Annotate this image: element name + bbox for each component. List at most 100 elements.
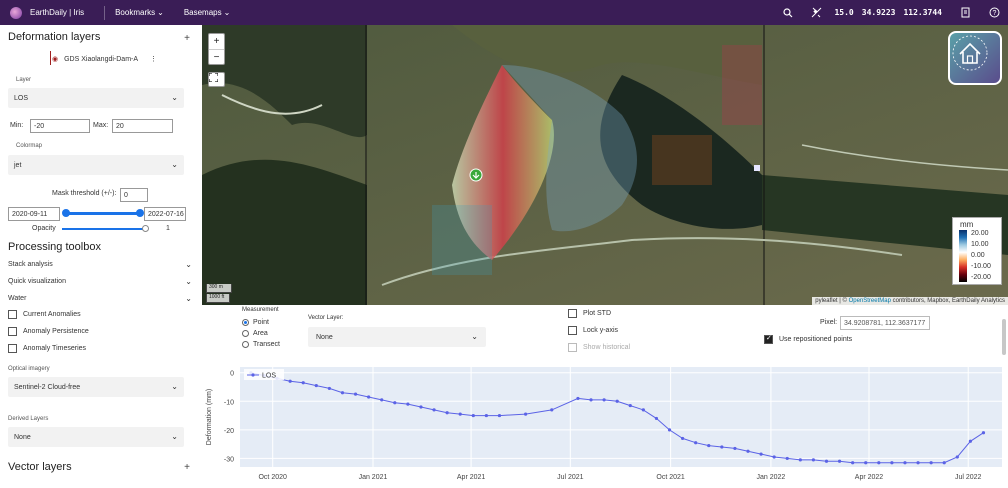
zoom-control: + − bbox=[208, 33, 225, 65]
plot-area bbox=[240, 367, 1002, 467]
anomaly-persistence-checkbox[interactable]: Anomaly Persistence bbox=[8, 327, 89, 336]
plot-std-checkbox[interactable]: Plot STD bbox=[568, 309, 611, 318]
help-icon[interactable]: ? bbox=[986, 5, 1002, 21]
processing-toolbox-title: Processing toolbox bbox=[8, 241, 101, 253]
mask-threshold-label: Mask threshold (+/-): bbox=[52, 190, 117, 197]
chevron-down-icon: ⌄ bbox=[157, 8, 164, 17]
data-point bbox=[942, 461, 946, 465]
data-point bbox=[759, 452, 763, 456]
use-repositioned-points-checkbox[interactable]: Use repositioned points bbox=[764, 334, 852, 344]
measurement-label: Measurement bbox=[242, 307, 279, 313]
data-point bbox=[615, 399, 619, 403]
home-view-button[interactable] bbox=[948, 31, 1002, 85]
max-input[interactable]: 20 bbox=[112, 119, 173, 133]
data-point bbox=[288, 379, 292, 383]
more-options-icon[interactable]: ⋮ bbox=[150, 55, 157, 63]
layer-select[interactable]: LOS ⌄ bbox=[8, 88, 184, 108]
openstreetmap-link[interactable]: OpenStreetMap bbox=[849, 298, 891, 304]
data-point bbox=[772, 455, 776, 459]
optical-imagery-select[interactable]: Sentinel-2 Cloud-free ⌄ bbox=[8, 377, 184, 397]
data-point bbox=[367, 395, 371, 399]
chevron-down-icon: ⌄ bbox=[185, 276, 192, 286]
opacity-label: Opacity bbox=[32, 225, 56, 232]
colorbar-legend: mm 20.00 10.00 0.00 -10.00 -20.00 bbox=[952, 217, 1002, 285]
add-vector-layer-button[interactable]: + bbox=[184, 462, 190, 473]
y-axis-label: Deformation (mm) bbox=[206, 389, 213, 445]
date-range-start-handle[interactable] bbox=[62, 209, 70, 217]
data-point bbox=[458, 412, 462, 416]
data-point bbox=[641, 408, 645, 412]
colorbar-tick: -10.00 bbox=[971, 263, 991, 270]
current-anomalies-checkbox[interactable]: Current Anomalies bbox=[8, 310, 81, 319]
top-bar: EarthDaily | Iris Bookmarks ⌄ Basemaps ⌄ 1… bbox=[0, 0, 1008, 25]
location-pin-icon bbox=[469, 168, 483, 182]
zoom-out-button[interactable]: − bbox=[209, 49, 224, 64]
notes-icon[interactable] bbox=[958, 5, 974, 21]
stack-analysis-section[interactable]: Stack analysis ⌄ bbox=[8, 257, 192, 271]
start-date-input[interactable]: 2020-09-11 bbox=[8, 207, 60, 221]
data-point bbox=[471, 413, 475, 418]
colorbar-gradient bbox=[959, 230, 967, 282]
data-point bbox=[981, 431, 986, 435]
y-tick-label: 0 bbox=[230, 371, 234, 378]
date-range-slider[interactable] bbox=[65, 212, 141, 215]
search-icon[interactable] bbox=[780, 5, 796, 21]
app-title: EarthDaily | Iris bbox=[30, 8, 85, 17]
data-point bbox=[628, 403, 632, 408]
data-point bbox=[524, 412, 528, 416]
water-section[interactable]: Water ⌄ bbox=[8, 291, 192, 305]
bookmarks-menu[interactable]: Bookmarks ⌄ bbox=[115, 8, 164, 17]
layer-entry-name: GDS Xiaolangdi-Dam-A bbox=[64, 55, 139, 63]
panel-scrollbar[interactable] bbox=[1002, 319, 1006, 355]
chevron-down-icon: ⌄ bbox=[185, 293, 192, 303]
data-point bbox=[929, 461, 933, 465]
satellite-icon[interactable] bbox=[808, 5, 824, 21]
sidebar: Deformation layers + ◉ GDS Xiaolangdi-Da… bbox=[0, 25, 200, 488]
lock-y-axis-checkbox[interactable]: Lock y-axis bbox=[568, 326, 618, 335]
data-point bbox=[903, 461, 907, 465]
opacity-slider[interactable] bbox=[62, 228, 146, 230]
measurement-point-radio[interactable]: Point bbox=[242, 319, 269, 326]
data-point bbox=[353, 392, 358, 396]
data-point bbox=[785, 456, 789, 461]
x-tick-label: Jan 2022 bbox=[756, 474, 785, 481]
eye-icon[interactable]: ◉ bbox=[52, 55, 58, 63]
legend-label: LOS bbox=[262, 373, 276, 380]
min-input[interactable]: -20 bbox=[30, 119, 90, 133]
derived-layers-select[interactable]: None ⌄ bbox=[8, 427, 184, 447]
opacity-handle[interactable] bbox=[142, 225, 149, 232]
anomaly-timeseries-checkbox[interactable]: Anomaly Timeseries bbox=[8, 344, 86, 353]
fullscreen-icon bbox=[209, 73, 218, 82]
colormap-select[interactable]: jet ⌄ bbox=[8, 155, 184, 175]
mask-threshold-input[interactable]: 0 bbox=[120, 188, 148, 202]
data-point bbox=[380, 398, 384, 402]
date-range-end-handle[interactable] bbox=[136, 209, 144, 217]
data-point bbox=[589, 398, 593, 402]
add-deformation-layer-button[interactable]: + bbox=[184, 33, 190, 44]
x-tick-label: Oct 2020 bbox=[258, 474, 287, 481]
fullscreen-button[interactable] bbox=[208, 72, 225, 87]
vector-layer-select[interactable]: None ⌄ bbox=[308, 327, 486, 347]
data-point bbox=[314, 383, 318, 388]
scale-bar-imperial: 1000 ft bbox=[206, 294, 230, 303]
quick-visualization-section[interactable]: Quick visualization ⌄ bbox=[8, 274, 192, 288]
measurement-transect-radio[interactable]: Transect bbox=[242, 341, 280, 348]
basemaps-menu[interactable]: Basemaps ⌄ bbox=[184, 8, 231, 17]
data-point bbox=[654, 416, 659, 421]
pixel-coordinates-input[interactable]: 34.9208781, 112.3637177 bbox=[840, 316, 930, 330]
app-logo-icon bbox=[10, 6, 22, 19]
map-view[interactable]: + − 300 m 1000 ft mm 20.00 10.00 0.00 -1… bbox=[202, 25, 1008, 305]
data-point bbox=[798, 458, 802, 462]
end-date-input[interactable]: 2022-07-16 bbox=[144, 207, 186, 221]
svg-text:?: ? bbox=[992, 10, 996, 17]
data-point bbox=[340, 391, 345, 395]
chevron-down-icon: ⌄ bbox=[171, 93, 178, 102]
layer-entry[interactable]: ◉ GDS Xiaolangdi-Dam-A ⋮ bbox=[52, 55, 157, 64]
data-point bbox=[968, 439, 972, 443]
data-point bbox=[550, 408, 554, 412]
zoom-in-button[interactable]: + bbox=[209, 34, 224, 49]
show-historical-checkbox[interactable]: Show historical bbox=[568, 343, 630, 352]
vector-layers-title: Vector layers bbox=[8, 461, 72, 473]
measurement-area-radio[interactable]: Area bbox=[242, 330, 268, 337]
latitude: 34.9223 bbox=[861, 8, 896, 17]
